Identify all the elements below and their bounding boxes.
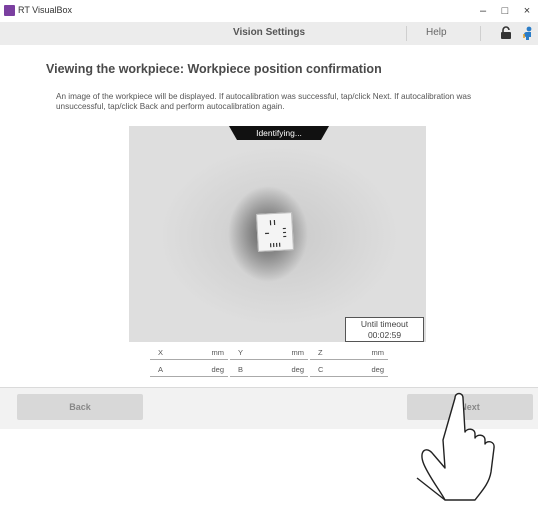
coord-a: A deg <box>150 363 228 377</box>
header-bar: Vision Settings Help <box>0 22 538 45</box>
close-button[interactable]: × <box>516 2 538 20</box>
page-title: Vision Settings <box>232 27 306 38</box>
coord-x: X mm <box>150 346 228 360</box>
timeout-label: Until timeout <box>360 319 409 329</box>
rotation-row: A deg B deg C deg <box>150 363 410 380</box>
coord-label: X <box>158 348 164 357</box>
coord-unit: mm <box>291 348 305 357</box>
coord-label: C <box>318 365 324 374</box>
coord-unit: mm <box>371 348 385 357</box>
header-divider <box>480 26 481 41</box>
coord-unit: deg <box>291 365 304 374</box>
minimize-button[interactable]: – <box>472 2 494 20</box>
back-button[interactable]: Back <box>17 394 143 420</box>
timeout-box: Until timeout 00:02:59 <box>345 317 424 342</box>
coord-label: Y <box>238 348 244 357</box>
coord-label: B <box>238 365 244 374</box>
section-heading: Viewing the workpiece: Workpiece positio… <box>46 62 382 76</box>
coord-z: Z mm <box>310 346 388 360</box>
coord-unit: deg <box>371 365 384 374</box>
app-title: RT VisualBox <box>18 5 73 15</box>
workpiece-image <box>256 212 294 252</box>
coordinate-readout: X mm Y mm Z mm A deg B deg C deg <box>150 346 410 380</box>
status-banner: Identifying... <box>229 126 329 140</box>
coord-unit: mm <box>211 348 225 357</box>
app-window: RT VisualBox – □ × Vision Settings Help … <box>0 0 538 429</box>
maximize-button[interactable]: □ <box>494 2 516 20</box>
hand-pointer-icon <box>405 388 515 511</box>
instructions-text: An image of the workpiece will be displa… <box>56 92 472 111</box>
header-divider <box>406 26 407 41</box>
coord-unit: deg <box>211 365 224 374</box>
lock-icon[interactable] <box>500 26 512 45</box>
coord-c: C deg <box>310 363 388 377</box>
camera-view: Identifying... Until timeout 00:02:59 <box>129 126 426 342</box>
title-bar: RT VisualBox – □ × <box>0 0 538 22</box>
coord-label: A <box>158 365 164 374</box>
timeout-value: 00:02:59 <box>367 330 402 340</box>
coord-b: B deg <box>230 363 308 377</box>
user-icon[interactable] <box>522 26 534 46</box>
coord-label: Z <box>318 348 323 357</box>
position-row: X mm Y mm Z mm <box>150 346 410 363</box>
help-button[interactable]: Help <box>426 27 447 38</box>
coord-y: Y mm <box>230 346 308 360</box>
app-icon <box>4 5 15 16</box>
